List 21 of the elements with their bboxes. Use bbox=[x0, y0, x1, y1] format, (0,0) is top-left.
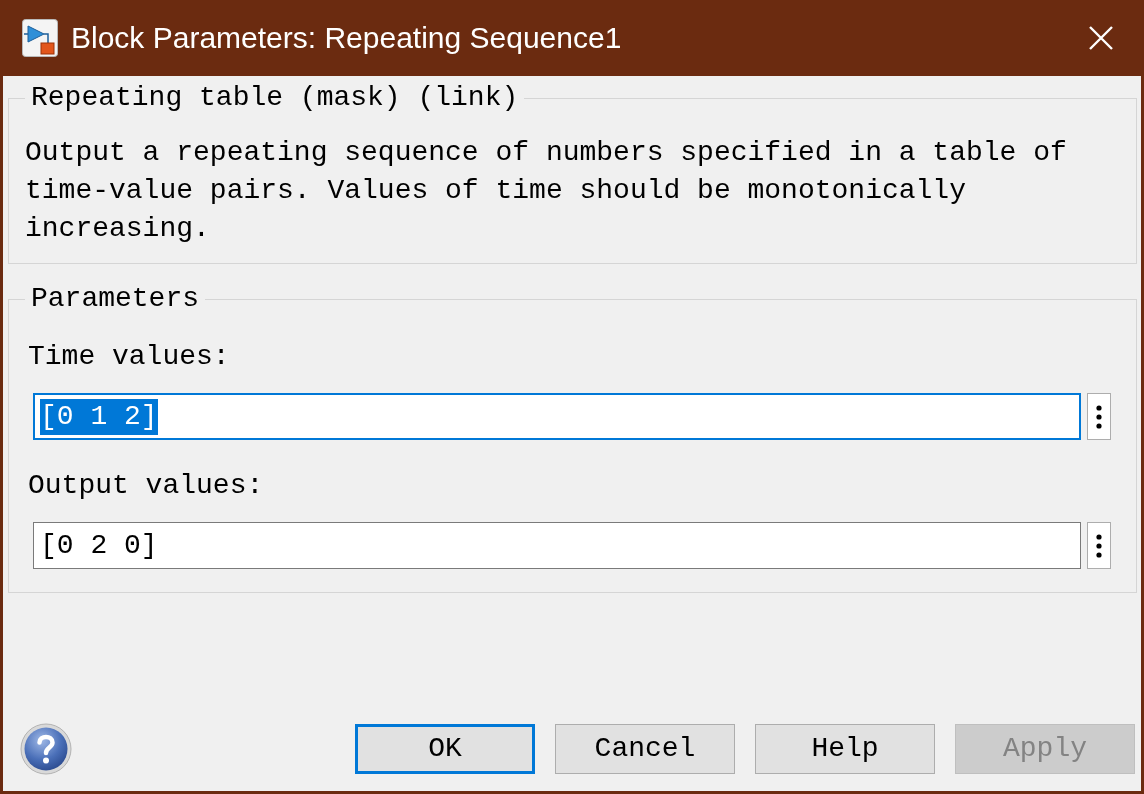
field-label: Time values: bbox=[28, 340, 231, 374]
dialog-button[interactable]: Help bbox=[755, 724, 935, 774]
group-title: Repeating table (mask) (link) bbox=[30, 81, 520, 115]
dialog-button[interactable]: Cancel bbox=[555, 724, 735, 774]
vertical-dots-icon bbox=[1096, 533, 1102, 558]
field-label: Output values: bbox=[28, 469, 265, 503]
dialog-button[interactable]: OK bbox=[355, 724, 535, 774]
field-text: [0 1 2] bbox=[40, 398, 158, 435]
window-title: Block Parameters: Repeating Sequence1 bbox=[71, 20, 622, 56]
help-icon[interactable] bbox=[20, 723, 72, 775]
vertical-dots-icon bbox=[1096, 404, 1102, 429]
field-text: [0 2 0] bbox=[40, 528, 158, 563]
input-field[interactable]: [0 2 0] bbox=[33, 522, 1081, 569]
close-button[interactable] bbox=[1089, 26, 1113, 50]
options-button[interactable] bbox=[1087, 522, 1111, 569]
group-title: Parameters bbox=[30, 282, 201, 316]
description-text: Output a repeating sequence of numbers specified in a table of time-value pairs. Values of time should be monotonically increasing. bbox=[25, 136, 1068, 246]
block-icon bbox=[22, 19, 58, 57]
input-field[interactable]: [0 1 2] bbox=[33, 393, 1081, 440]
options-button[interactable] bbox=[1087, 393, 1111, 440]
close-icon bbox=[1089, 26, 1113, 50]
